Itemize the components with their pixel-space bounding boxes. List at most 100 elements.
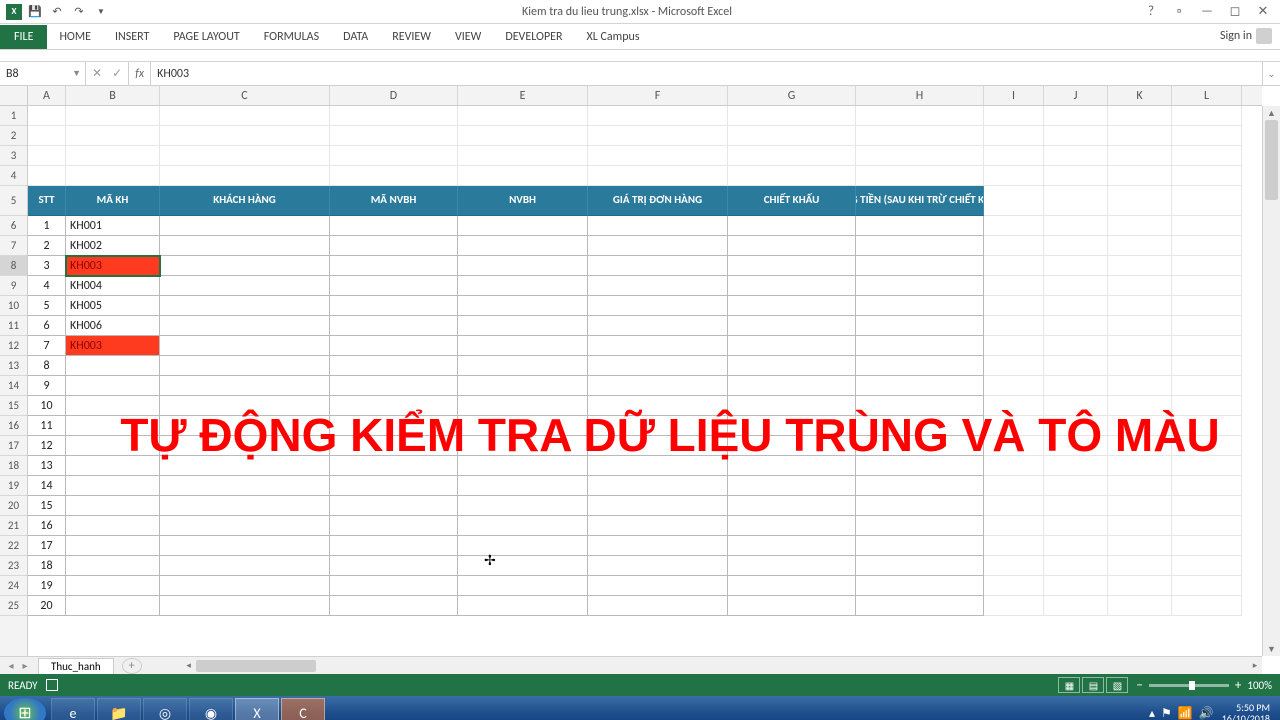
cell[interactable] (330, 576, 458, 596)
cell[interactable] (1044, 376, 1108, 396)
row-header[interactable]: 15 (0, 396, 27, 416)
cell[interactable] (728, 216, 856, 236)
cell[interactable] (1044, 456, 1108, 476)
cell[interactable] (66, 576, 160, 596)
cell[interactable] (728, 316, 856, 336)
cell[interactable] (728, 556, 856, 576)
row-header[interactable]: 7 (0, 236, 27, 256)
cell[interactable] (856, 496, 984, 516)
cell[interactable] (66, 376, 160, 396)
cell[interactable] (1108, 576, 1172, 596)
cell[interactable] (728, 166, 856, 186)
cell[interactable] (588, 356, 728, 376)
cell[interactable] (588, 126, 728, 146)
spreadsheet-grid[interactable]: ABCDEFGHIJKL 123456789101112131415161718… (0, 86, 1280, 674)
cell[interactable] (984, 536, 1044, 556)
cell[interactable] (1108, 476, 1172, 496)
table-header-cell[interactable]: CHIẾT KHẤU (728, 186, 856, 216)
cell[interactable] (458, 356, 588, 376)
cell[interactable] (1108, 186, 1172, 216)
cell[interactable]: 15 (28, 496, 66, 516)
cell[interactable]: 13 (28, 456, 66, 476)
cell[interactable] (330, 556, 458, 576)
cell[interactable] (66, 126, 160, 146)
cell[interactable] (984, 496, 1044, 516)
cell[interactable] (728, 276, 856, 296)
cell[interactable] (1108, 416, 1172, 436)
cell[interactable] (588, 596, 728, 616)
scroll-right-icon[interactable]: ▸ (1248, 659, 1262, 673)
cell[interactable] (1044, 296, 1108, 316)
cell[interactable] (1044, 516, 1108, 536)
cell[interactable] (588, 516, 728, 536)
cell[interactable] (66, 596, 160, 616)
row-header[interactable]: 5 (0, 186, 27, 216)
cell[interactable]: 7 (28, 336, 66, 356)
cell[interactable] (588, 316, 728, 336)
column-header[interactable]: H (856, 86, 984, 105)
expand-formula-icon[interactable]: ⌄ (1262, 62, 1280, 85)
cell[interactable] (1108, 376, 1172, 396)
cell[interactable] (588, 576, 728, 596)
cell[interactable] (330, 236, 458, 256)
cell[interactable] (984, 216, 1044, 236)
cell[interactable] (458, 126, 588, 146)
column-headers[interactable]: ABCDEFGHIJKL (28, 86, 1262, 106)
cell[interactable] (984, 396, 1044, 416)
cell[interactable] (66, 106, 160, 126)
cell[interactable] (66, 456, 160, 476)
cell[interactable] (1172, 216, 1242, 236)
cell[interactable] (1108, 276, 1172, 296)
cell[interactable] (160, 166, 330, 186)
cell[interactable] (1172, 536, 1242, 556)
ribbon-tab[interactable]: DATA (331, 25, 380, 49)
cell[interactable] (1172, 256, 1242, 276)
cell[interactable] (1044, 166, 1108, 186)
cell[interactable]: KH006 (66, 316, 160, 336)
cell[interactable] (728, 416, 856, 436)
cell[interactable] (160, 236, 330, 256)
cell[interactable] (1044, 316, 1108, 336)
cell[interactable] (1108, 316, 1172, 336)
row-header[interactable]: 11 (0, 316, 27, 336)
cell[interactable] (1044, 556, 1108, 576)
cancel-formula-icon[interactable]: ✕ (92, 66, 102, 81)
column-header[interactable]: A (28, 86, 66, 105)
cell[interactable] (330, 126, 458, 146)
cell[interactable] (458, 296, 588, 316)
cell[interactable] (1044, 416, 1108, 436)
cell[interactable] (160, 126, 330, 146)
cell[interactable] (1044, 186, 1108, 216)
cell[interactable] (856, 236, 984, 256)
cell[interactable] (984, 436, 1044, 456)
cell[interactable] (66, 436, 160, 456)
name-box[interactable]: B8 ▼ (0, 62, 86, 85)
cell[interactable] (984, 276, 1044, 296)
cell[interactable] (66, 416, 160, 436)
cell[interactable] (588, 166, 728, 186)
cell[interactable] (856, 416, 984, 436)
cell[interactable] (1172, 596, 1242, 616)
cell[interactable] (856, 516, 984, 536)
table-header-cell[interactable]: STT (28, 186, 66, 216)
cell[interactable] (1044, 476, 1108, 496)
cell[interactable] (588, 106, 728, 126)
cell[interactable] (1108, 496, 1172, 516)
cell[interactable] (160, 556, 330, 576)
cell[interactable] (66, 396, 160, 416)
cell[interactable] (160, 596, 330, 616)
tray-flag-icon[interactable]: ⚑ (1161, 706, 1172, 720)
cell[interactable] (728, 146, 856, 166)
cell[interactable] (984, 596, 1044, 616)
ribbon-tab[interactable]: DEVELOPER (493, 25, 574, 49)
cell[interactable] (856, 216, 984, 236)
cell[interactable] (330, 376, 458, 396)
cell[interactable] (984, 186, 1044, 216)
tray-volume-icon[interactable]: 🔊 (1199, 706, 1214, 720)
cell[interactable] (1172, 296, 1242, 316)
cell[interactable] (1172, 476, 1242, 496)
cell[interactable]: 1 (28, 216, 66, 236)
cell[interactable] (588, 376, 728, 396)
fx-icon[interactable]: fx (129, 62, 151, 85)
cell[interactable] (984, 146, 1044, 166)
